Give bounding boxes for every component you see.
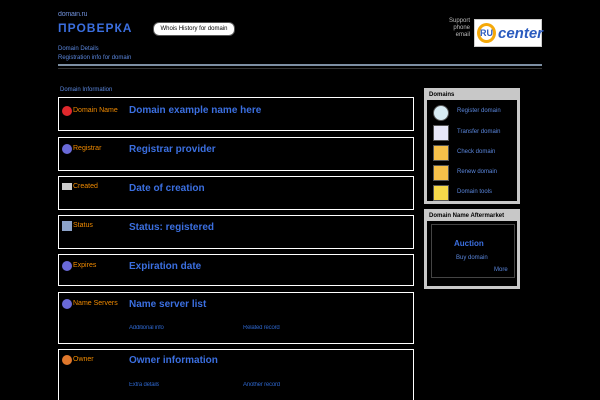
header-divider-thin — [58, 68, 542, 69]
aftermarket-panel: Domain Name Aftermarket Auction Buy doma… — [424, 209, 520, 289]
aftermarket-content: Auction Buy domain More — [431, 224, 515, 278]
header-divider — [58, 64, 542, 66]
row-value: Expiration date — [129, 261, 202, 272]
row-extra-right[interactable]: Another record — [243, 382, 280, 388]
row-label: Name Servers — [73, 300, 118, 307]
row-extra-left[interactable]: Additional info — [129, 325, 164, 331]
aftermarket-line-2[interactable]: Buy domain — [456, 255, 488, 261]
document-icon — [62, 221, 72, 231]
envelope-icon — [62, 183, 72, 190]
domains-panel: Domains Register domain Transfer domain … — [424, 88, 520, 204]
folder-icon — [433, 185, 449, 201]
side-item-check[interactable]: Check domain — [457, 149, 495, 155]
row-label: Created — [73, 183, 98, 190]
row-value: Date of creation — [129, 183, 205, 194]
side-item-register[interactable]: Register domain — [457, 108, 501, 114]
folder-icon — [433, 165, 449, 181]
row-value: Name server list — [129, 299, 207, 310]
info-row-status: Status Status: registered — [58, 215, 414, 249]
section-title: Domain Information — [60, 87, 113, 93]
folder-icon — [433, 145, 449, 161]
info-row-created: Created Date of creation — [58, 176, 414, 210]
contact-line-1: Support — [448, 18, 470, 24]
row-label: Registrar — [73, 145, 102, 152]
calendar-icon — [62, 261, 72, 271]
header-small-title: domain.ru — [58, 11, 88, 18]
info-row-registrar: Registrar Registrar provider — [58, 137, 414, 171]
row-label: Owner — [73, 356, 94, 363]
row-value: Domain example name here — [129, 105, 262, 116]
side-item-renew[interactable]: Renew domain — [457, 169, 497, 175]
row-label: Domain Name — [73, 107, 118, 114]
owner-icon — [62, 355, 72, 365]
ru-icon — [433, 125, 449, 141]
whois-history-button[interactable]: Whois History for domain — [153, 22, 235, 36]
contact-line-3: email — [455, 32, 470, 38]
side-item-tools[interactable]: Domain tools — [457, 189, 492, 195]
rucenter-logo[interactable]: RU center — [474, 19, 544, 47]
contact-line-2: phone — [453, 25, 470, 31]
side-item-transfer[interactable]: Transfer domain — [457, 129, 500, 135]
row-value: Owner information — [129, 355, 218, 366]
header-big-title: ПРОВЕРКА — [58, 21, 133, 35]
row-label: Status — [73, 222, 93, 229]
row-label: Expires — [73, 262, 97, 269]
aftermarket-line-1[interactable]: Auction — [454, 239, 484, 248]
contact-info: Support phone email — [424, 18, 470, 39]
info-row-domain: Domain Name Domain example name here — [58, 97, 414, 131]
registrar-icon — [62, 144, 72, 154]
info-row-owner: Owner Owner information Extra details An… — [58, 349, 414, 400]
row-extra-right[interactable]: Related record — [243, 325, 280, 331]
info-row-nameservers: Name Servers Name server list Additional… — [58, 292, 414, 344]
info-row-expires: Expires Expiration date — [58, 254, 414, 286]
row-value: Status: registered — [129, 222, 215, 233]
header-subtitle-2[interactable]: Registration info for domain — [58, 55, 131, 61]
row-value: Registrar provider — [129, 144, 216, 155]
domain-icon — [62, 106, 72, 116]
globe-icon — [433, 105, 449, 121]
server-icon — [62, 299, 72, 309]
domains-panel-title: Domains — [427, 91, 517, 100]
logo-ring-icon: RU — [477, 23, 496, 43]
aftermarket-title: Domain Name Aftermarket — [427, 212, 517, 221]
aftermarket-more-link[interactable]: More — [494, 267, 508, 273]
logo-text: center — [498, 24, 544, 42]
header-subtitle-1[interactable]: Domain Details — [58, 46, 99, 52]
row-extra-left[interactable]: Extra details — [129, 382, 159, 388]
